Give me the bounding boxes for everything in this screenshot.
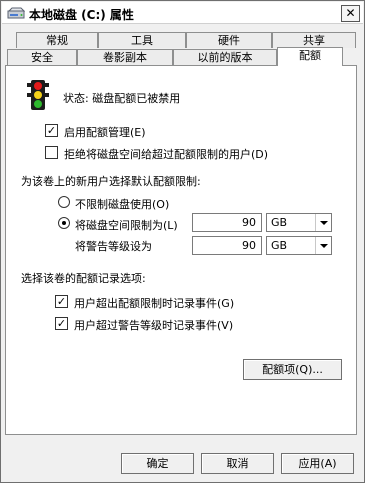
title-bar: 本地磁盘 (C:) 属性 ✕ [2, 2, 363, 24]
tab-previous-versions[interactable]: 以前的版本 [173, 49, 277, 65]
tab-sharing[interactable]: 共享 [272, 32, 356, 48]
limit-value-input[interactable]: 90 [192, 213, 262, 232]
limit-unit-select[interactable]: GB [266, 213, 332, 232]
quota-panel: 状态: 磁盘配额已被禁用 ✓ 启用配额管理(E) 拒绝将磁盘空间给超过配额限制的… [5, 65, 357, 435]
no-limit-label[interactable]: 不限制磁盘使用(O) [75, 196, 169, 212]
log-warning-checkbox[interactable]: ✓ [55, 317, 68, 330]
tab-quota[interactable]: 配额 [277, 47, 343, 66]
tab-hardware[interactable]: 硬件 [186, 32, 272, 48]
enable-quota-checkbox[interactable]: ✓ [45, 124, 58, 137]
close-icon: ✕ [345, 6, 356, 20]
ok-button[interactable]: 确定 [121, 453, 194, 474]
close-button[interactable]: ✕ [341, 5, 360, 22]
limit-disk-label[interactable]: 将磁盘空间限制为(L) [75, 217, 178, 233]
warning-level-label: 将警告等级设为 [75, 240, 152, 253]
chevron-down-icon [315, 237, 331, 254]
tab-general[interactable]: 常规 [16, 32, 98, 48]
properties-dialog: 本地磁盘 (C:) 属性 ✕ 常规 工具 硬件 共享 安全 卷影副本 以前的版本… [0, 0, 365, 483]
log-limit-checkbox[interactable]: ✓ [55, 295, 68, 308]
quota-entries-button[interactable]: 配额项(Q)... [243, 359, 342, 380]
traffic-light-icon [27, 80, 49, 110]
enable-quota-label[interactable]: 启用配额管理(E) [64, 124, 146, 140]
apply-button[interactable]: 应用(A) [281, 453, 354, 474]
chevron-down-icon [315, 214, 331, 231]
logging-heading: 选择该卷的配额记录选项: [21, 272, 146, 285]
defaults-heading: 为该卷上的新用户选择默认配额限制: [21, 175, 201, 188]
drive-icon [7, 7, 25, 19]
log-warning-label[interactable]: 用户超过警告等级时记录事件(V) [74, 317, 233, 333]
warning-unit-select[interactable]: GB [266, 236, 332, 255]
cancel-button[interactable]: 取消 [201, 453, 274, 474]
deny-space-label[interactable]: 拒绝将磁盘空间给超过配额限制的用户(D) [64, 146, 268, 162]
warning-value-input[interactable]: 90 [192, 236, 262, 255]
quota-status-text: 状态: 磁盘配额已被禁用 [63, 92, 181, 105]
limit-disk-radio[interactable] [58, 217, 70, 229]
tab-tools[interactable]: 工具 [98, 32, 186, 48]
no-limit-radio[interactable] [58, 196, 70, 208]
window-title: 本地磁盘 (C:) 属性 [29, 8, 134, 22]
tab-shadow-copies[interactable]: 卷影副本 [77, 49, 173, 65]
log-limit-label[interactable]: 用户超出配额限制时记录事件(G) [74, 295, 234, 311]
deny-space-checkbox[interactable] [45, 146, 58, 159]
tab-security[interactable]: 安全 [7, 49, 77, 65]
